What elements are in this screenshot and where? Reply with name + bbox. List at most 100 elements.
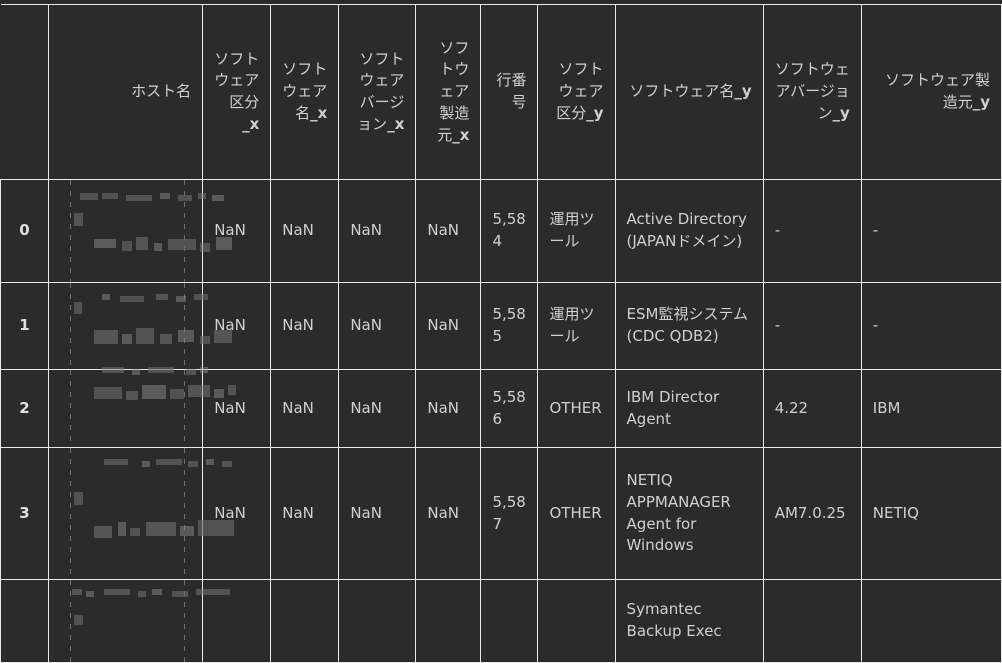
cell-sw_version_x: NaN [338, 282, 417, 370]
column-header-hostname[interactable]: ホスト名 [48, 4, 204, 180]
cell-sw_vendor_y: IBM [860, 369, 1002, 448]
cell-sw_version_x: NaN [338, 447, 417, 580]
redaction-block [126, 195, 153, 201]
column-header-row_no[interactable]: 行番号 [480, 4, 539, 180]
redaction-block [104, 459, 129, 465]
column-header-sw_kubun_y[interactable]: ソフトウェア区分_y [537, 4, 616, 180]
column-header-suffix: _x [310, 103, 328, 122]
cell-sw_name_y: ESM監視システム (CDC QDB2) [614, 282, 764, 370]
row-index-cell: 2 [0, 369, 50, 448]
redaction-block [156, 294, 169, 300]
cell-sw_version_y: - [762, 179, 862, 283]
redaction-block [228, 385, 237, 395]
redaction-guide-line-left [70, 370, 72, 447]
column-header-label: ソフトウェア名 [629, 82, 735, 101]
table-row[interactable]: 2 NaN NaN NaN NaN 5,586 OTHER IBM Director Agen… [0, 367, 1002, 448]
column-header-sw_version_x[interactable]: ソフトウェアバージョン_x [338, 4, 417, 180]
redaction-block [200, 336, 211, 344]
index-corner-cell [0, 4, 50, 180]
cell-sw_kubun_y: OTHER [537, 447, 616, 580]
redaction-block [170, 389, 185, 399]
column-header-sw_vendor_x[interactable]: ソフトウェア製造元_x [415, 4, 482, 180]
cell-row_no: 5,586 [480, 369, 539, 448]
column-header-suffix: _y [972, 93, 990, 111]
table-row[interactable]: 1 NaN NaN NaN NaN 5,585 運用ツール ESM監視システム (CDC QD… [0, 282, 1002, 370]
cell-sw_kubun_x: NaN [202, 369, 272, 448]
cell-sw_vendor_y: - [860, 282, 1002, 370]
cell-sw_name_x: NaN [270, 369, 340, 448]
redaction-block [102, 294, 111, 300]
redaction-block [186, 369, 197, 375]
dataframe-table: ホスト名 ソフトウェア区分_x ソフトウェア名_x ソフトウェアバージョン_x ソフトウ… [0, 4, 1002, 663]
redaction-block [188, 461, 199, 467]
redaction-block [136, 328, 155, 344]
cell-sw_name_y: Symantec Backup Exec [614, 579, 764, 663]
redaction-overlay [60, 283, 233, 369]
redaction-block [196, 589, 231, 595]
cell-sw_name_y: Active Directory (JAPANドメイン) [614, 179, 764, 283]
cell-sw_version_y: AM7.0.25 [762, 447, 862, 580]
cell-sw_kubun_x: NaN [202, 282, 272, 370]
redaction-block [102, 367, 125, 373]
redaction-block [74, 492, 84, 505]
redaction-block [180, 526, 195, 536]
redaction-block [94, 330, 119, 344]
cell-sw_name_y: NETIQ APPMANAGER Agent for Windows [614, 447, 764, 580]
redaction-block [222, 461, 233, 467]
redaction-block [130, 528, 141, 536]
redaction-block [86, 591, 95, 597]
table-header: ホスト名 ソフトウェア区分_x ソフトウェア名_x ソフトウェアバージョン_x ソフトウ… [0, 4, 1002, 180]
cell-sw_vendor_x: NaN [415, 179, 482, 283]
column-header-sw_version_y[interactable]: ソフトウェアバージョン_y [762, 4, 862, 180]
redaction-block [74, 615, 84, 625]
cell-row_no: 5,584 [480, 179, 539, 283]
cell-sw_kubun_y: OTHER [537, 369, 616, 448]
redaction-guide-line-left [70, 180, 72, 282]
redaction-block [172, 591, 189, 597]
redaction-block [94, 239, 117, 248]
cell-sw_name_x: NaN [270, 179, 340, 283]
redaction-block [176, 296, 187, 302]
redaction-block [74, 213, 84, 226]
header-row: ホスト名 ソフトウェア区分_x ソフトウェア名_x ソフトウェアバージョン_x ソフトウ… [0, 4, 1002, 180]
redaction-block [118, 522, 127, 536]
redaction-block [194, 294, 209, 300]
column-header-sw_name_y[interactable]: ソフトウェア名_y [614, 4, 764, 180]
column-header-suffix: _y [586, 103, 604, 122]
redaction-block [178, 330, 195, 342]
cell-sw_name_x: NaN [270, 282, 340, 370]
cell-sw_vendor_x: NaN [415, 369, 482, 448]
redaction-block [178, 195, 193, 201]
redaction-guide-line-right [184, 370, 186, 447]
cell-hostname-redacted [48, 179, 233, 283]
table-row[interactable]: 3 NaN NaN NaN NaN 5,587 OTHER NETIQ APPMANAGER … [0, 447, 1002, 580]
column-header-sw_name_x[interactable]: ソフトウェア名_x [270, 4, 340, 180]
table-row[interactable]: Symantec Backup Exec [0, 579, 1002, 663]
cell-sw_vendor_y: - [860, 179, 1002, 283]
redaction-overlay [60, 448, 235, 579]
row-index-cell: 1 [0, 282, 50, 370]
redaction-block [214, 330, 233, 343]
redaction-block [72, 589, 83, 595]
cell-sw_name_x [270, 579, 340, 663]
redaction-block [160, 193, 171, 199]
redaction-block [132, 369, 141, 375]
redaction-block [214, 389, 225, 398]
redaction-block [104, 589, 131, 595]
column-header-suffix: _x [242, 114, 260, 133]
redaction-block [142, 385, 167, 399]
column-header-label: ソフトウェア区分 [214, 49, 260, 112]
cell-sw_vendor_x [415, 579, 482, 663]
redaction-block [80, 193, 99, 200]
cell-sw_name_x: NaN [270, 447, 340, 580]
redaction-block [152, 589, 163, 595]
redaction-block [138, 591, 147, 597]
redaction-block [198, 520, 235, 536]
cell-sw_version_y: - [762, 282, 862, 370]
column-header-sw_kubun_x[interactable]: ソフトウェア区分 _x [202, 4, 272, 180]
dataframe-container: ホスト名 ソフトウェア区分_x ソフトウェア名_x ソフトウェアバージョン_x ソフトウ… [0, 4, 1002, 663]
row-index-cell: 3 [0, 447, 50, 580]
column-header-sw_vendor_y[interactable]: ソフトウェア製造元_y [860, 4, 1002, 180]
table-row[interactable]: 0 NaN NaN NaN NaN 5,584 運用ツール Active Directory … [0, 179, 1002, 283]
redaction-block [168, 239, 197, 250]
